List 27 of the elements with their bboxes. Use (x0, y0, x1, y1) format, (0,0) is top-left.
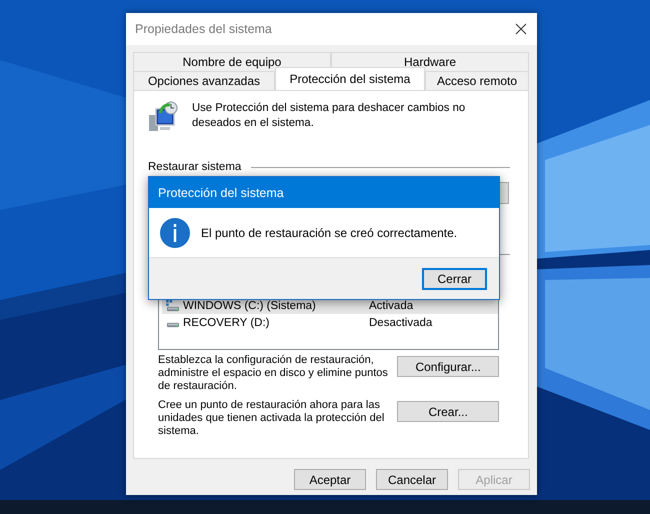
description-text: Use Protección del sistema para deshacer cambios no deseados en el sistema. (192, 101, 466, 131)
dialog-button[interactable]: Aceptar (294, 469, 366, 490)
action-button[interactable]: Configurar... (397, 356, 499, 377)
protection-status: Desactivada (369, 316, 432, 328)
window-title: Propiedades del sistema (135, 22, 272, 36)
drive-row[interactable]: RECOVERY (D:) Desactivada (162, 314, 498, 331)
drive-icon (166, 322, 180, 328)
message-title: Protección del sistema (158, 186, 284, 200)
action-description: Cree un punto de restauración ahora para las unidades que tienen activada la protección del sistema. (158, 399, 386, 438)
close-button[interactable]: Cerrar (422, 268, 487, 290)
drive-name: WINDOWS (C:) (Sistema) (183, 300, 317, 312)
drive-name: RECOVERY (D:) (183, 316, 270, 328)
tab[interactable]: Hardware (331, 52, 529, 71)
info-icon (160, 218, 190, 248)
tab[interactable]: Nombre de equipo (133, 52, 331, 71)
tab[interactable]: Protección del sistema (275, 67, 425, 90)
computer-icon (148, 101, 178, 133)
action-button[interactable]: Crear... (397, 401, 499, 422)
tab[interactable]: Opciones avanzadas (133, 71, 275, 90)
dialog-button[interactable]: Cancelar (376, 469, 448, 490)
group-label: Restaurar sistema (148, 161, 242, 173)
close-icon[interactable] (515, 23, 527, 35)
message-text: El punto de restauración se creó correctamente. (201, 226, 458, 240)
protection-status: Activada (369, 300, 414, 312)
tab[interactable]: Acceso remoto (425, 71, 529, 90)
action-description: Establezca la configuración de restauración, administre el espacio en disco y elimine puntos de restauración. (158, 354, 389, 393)
drive-icon (166, 300, 180, 312)
